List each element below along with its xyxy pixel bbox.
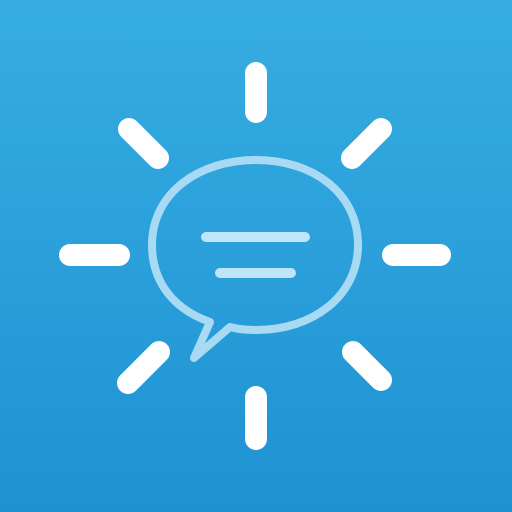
app-icon bbox=[0, 0, 512, 512]
